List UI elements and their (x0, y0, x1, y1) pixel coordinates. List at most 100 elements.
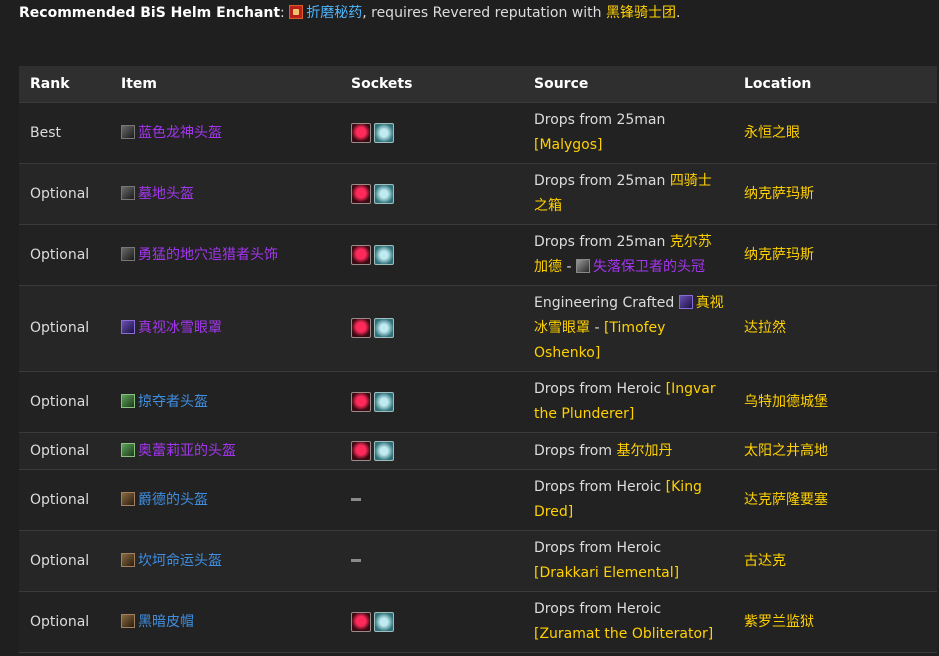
meta-gem-icon[interactable] (374, 244, 394, 265)
location-link[interactable]: 乌特加德城堡 (744, 394, 828, 410)
table-row: Optional 坎坷命运头盔 Drops from Heroic [Drakk… (19, 530, 937, 592)
rank-cell: Optional (19, 591, 110, 653)
red-gem-icon[interactable] (351, 244, 371, 265)
location-cell: 达克萨隆要塞 (733, 469, 937, 531)
location-link[interactable]: 纳克萨玛斯 (744, 247, 814, 263)
goggles-recipe-icon[interactable] (678, 295, 693, 309)
red-gem-icon[interactable] (351, 440, 371, 461)
table-row: Optional 勇猛的地穴追猎者头饰 Drops from 25man 克尔苏… (19, 224, 937, 286)
helm-icon[interactable] (121, 552, 135, 567)
helm-icon[interactable] (121, 124, 135, 139)
red-gem-icon[interactable] (351, 318, 371, 338)
item-link[interactable]: 坎坷命运头盔 (138, 553, 222, 569)
rank-cell: Optional (19, 432, 110, 470)
header-item[interactable]: Item (110, 66, 340, 103)
location-cell: 永恒之眼 (733, 102, 937, 164)
meta-gem-icon[interactable] (374, 391, 394, 412)
sockets-cell (340, 469, 523, 531)
source-link[interactable]: 基尔加丹 (616, 443, 672, 459)
token-icon[interactable] (575, 259, 590, 273)
location-cell: 古达克 (733, 530, 937, 592)
source-text: Drops from 25man (534, 234, 666, 250)
recommendation-colon: : (280, 5, 285, 21)
source-text: Drops from Heroic (534, 540, 662, 556)
helm-icon[interactable] (121, 185, 135, 200)
rank-cell: Optional (19, 469, 110, 531)
item-link[interactable]: 爵德的头盔 (138, 492, 208, 508)
sockets-cell (340, 432, 523, 470)
location-link[interactable]: 纳克萨玛斯 (744, 186, 814, 202)
source-text: Drops from 25man (534, 112, 666, 128)
item-link[interactable]: 黑暗皮帽 (138, 614, 194, 630)
item-cell: 奥蕾莉亚的头盔 (110, 432, 340, 470)
meta-gem-icon[interactable] (374, 122, 394, 143)
source-cell: Drops from 25man 克尔苏加德 - 失落保卫者的头冠 (523, 224, 733, 286)
goggles-icon[interactable] (121, 320, 135, 334)
helm-icon[interactable] (121, 491, 135, 506)
source-text: Drops from 25man (534, 173, 666, 189)
header-source[interactable]: Source (523, 66, 733, 103)
meta-gem-icon[interactable] (374, 183, 394, 204)
source-cell: Drops from 基尔加丹 (523, 432, 733, 470)
faction-link[interactable]: 黑锋骑士团 (606, 5, 676, 21)
enchant-link[interactable]: 折磨秘药 (306, 5, 362, 21)
source-text: Engineering Crafted (534, 295, 675, 311)
enchant-scroll-icon[interactable] (289, 5, 304, 19)
rank-cell: Optional (19, 371, 110, 433)
source-text: Drops from Heroic (534, 479, 662, 495)
source-link[interactable]: [Drakkari Elemental] (534, 565, 679, 581)
item-link[interactable]: 墓地头盔 (138, 186, 194, 202)
rank-cell: Optional (19, 285, 110, 372)
cap-icon[interactable] (121, 613, 135, 628)
location-cell: 乌特加德城堡 (733, 371, 937, 433)
sockets-cell (340, 224, 523, 286)
item-link[interactable]: 掠夺者头盔 (138, 394, 208, 410)
item-link[interactable]: 勇猛的地穴追猎者头饰 (138, 247, 278, 263)
location-cell: 达拉然 (733, 285, 937, 372)
location-link[interactable]: 紫罗兰监狱 (744, 614, 814, 630)
item-cell: 掠夺者头盔 (110, 371, 340, 433)
item-link[interactable]: 奥蕾莉亚的头盔 (138, 443, 236, 459)
header-sockets[interactable]: Sockets (340, 66, 523, 103)
helm-icon[interactable] (121, 393, 135, 408)
location-link[interactable]: 古达克 (744, 553, 786, 569)
headpiece-icon[interactable] (121, 246, 135, 261)
meta-gem-icon[interactable] (374, 611, 394, 632)
red-gem-icon[interactable] (351, 611, 371, 632)
source-cell: Drops from 25man [Malygos] (523, 102, 733, 164)
rank-cell: Optional (19, 224, 110, 286)
item-link[interactable]: 蓝色龙神头盔 (138, 125, 222, 141)
source-text: Drops from Heroic (534, 381, 662, 397)
location-link[interactable]: 达克萨隆要塞 (744, 492, 828, 508)
sockets-cell (340, 530, 523, 592)
item-cell: 勇猛的地穴追猎者头饰 (110, 224, 340, 286)
location-link[interactable]: 达拉然 (744, 320, 786, 336)
rank-cell: Best (19, 102, 110, 164)
source-item-link[interactable]: 失落保卫者的头冠 (593, 259, 705, 275)
helm-icon[interactable] (121, 442, 135, 457)
rank-cell: Optional (19, 163, 110, 225)
location-link[interactable]: 永恒之眼 (744, 125, 800, 141)
table-row: Optional 墓地头盔 Drops from 25man 四骑士之箱 纳克萨… (19, 163, 937, 225)
source-link[interactable]: [Malygos] (534, 137, 603, 153)
sockets-cell (340, 163, 523, 225)
red-gem-icon[interactable] (351, 122, 371, 143)
requirement-text: , requires Revered reputation with (362, 5, 606, 21)
item-link[interactable]: 真视冰雪眼罩 (138, 320, 222, 336)
sockets-cell (340, 371, 523, 433)
sockets-cell (340, 285, 523, 372)
source-link[interactable]: [Zuramat the Obliterator] (534, 626, 713, 642)
red-gem-icon[interactable] (351, 183, 371, 204)
intro-period: . (675, 5, 681, 21)
header-location[interactable]: Location (733, 66, 937, 103)
header-rank[interactable]: Rank (19, 66, 110, 103)
location-cell: 纳克萨玛斯 (733, 163, 937, 225)
red-gem-icon[interactable] (351, 391, 371, 412)
meta-gem-icon[interactable] (374, 440, 394, 461)
table-row: Optional 真视冰雪眼罩 Engineering Crafted 真视冰雪… (19, 285, 937, 372)
item-cell: 坎坷命运头盔 (110, 530, 340, 592)
meta-gem-icon[interactable] (374, 318, 394, 338)
source-cell: Drops from Heroic [King Dred] (523, 469, 733, 531)
location-link[interactable]: 太阳之井高地 (744, 443, 828, 459)
item-cell: 墓地头盔 (110, 163, 340, 225)
